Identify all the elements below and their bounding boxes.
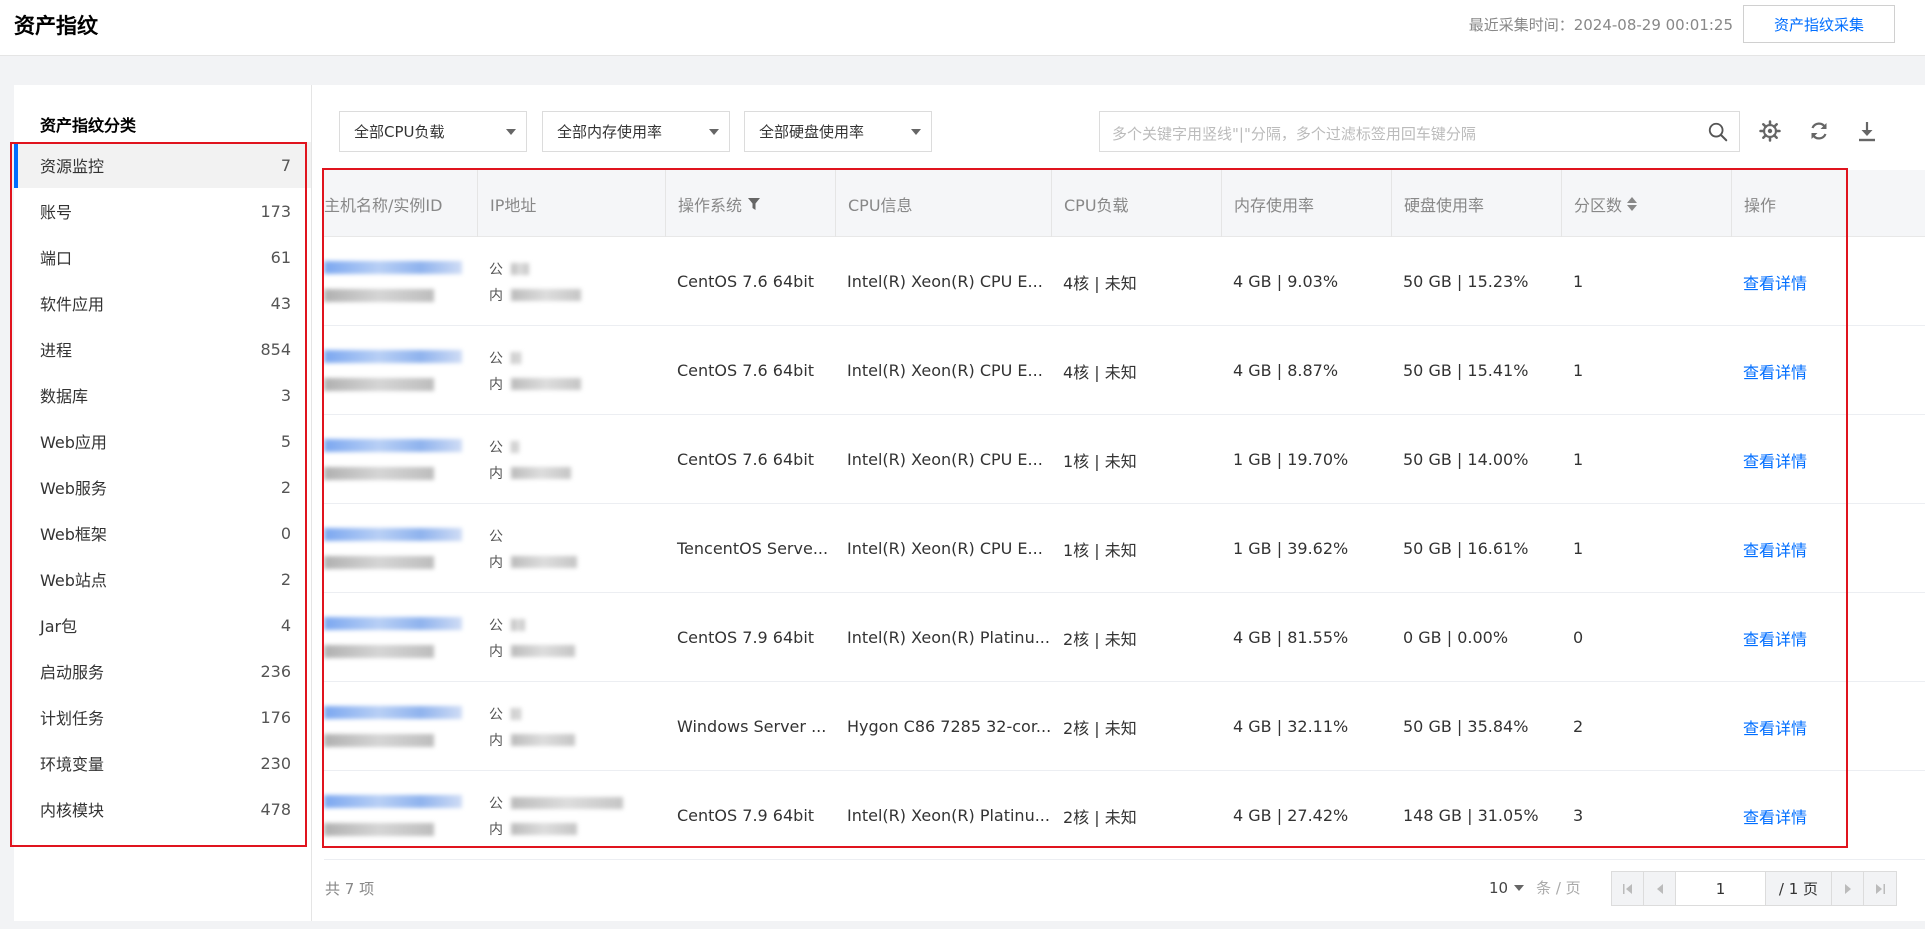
highlight-box-sidebar	[10, 142, 307, 847]
collect-fingerprint-button[interactable]: 资产指纹采集	[1743, 5, 1895, 43]
memory-usage-filter[interactable]: 全部内存使用率	[542, 111, 730, 152]
chevron-down-icon	[506, 129, 516, 135]
chevron-down-icon	[1514, 884, 1525, 891]
next-page-icon	[1844, 883, 1851, 894]
page-size-unit: 条 / 页	[1536, 879, 1581, 897]
search-placeholder: 多个关键字用竖线"|"分隔，多个过滤标签用回车键分隔	[1112, 125, 1476, 143]
page-title: 资产指纹	[14, 14, 98, 38]
total-count: 共 7 项	[325, 880, 375, 898]
last-collect-time: 最近采集时间：2024-08-29 00:01:25	[1468, 16, 1733, 34]
last-page-button[interactable]	[1864, 872, 1896, 905]
total-pages: / 1 页	[1766, 872, 1832, 905]
highlight-box-table	[322, 168, 1848, 848]
download-icon[interactable]	[1855, 119, 1879, 143]
disk-usage-filter-label: 全部硬盘使用率	[759, 123, 865, 141]
page-size-select[interactable]: 10 条 / 页	[1489, 877, 1581, 898]
first-page-icon	[1622, 883, 1632, 894]
next-page-button[interactable]	[1832, 872, 1864, 905]
refresh-icon[interactable]	[1807, 119, 1831, 143]
first-page-button[interactable]	[1612, 872, 1644, 905]
last-page-icon	[1876, 883, 1885, 894]
top-header: 资产指纹 最近采集时间：2024-08-29 00:01:25 资产指纹采集	[0, 0, 1925, 56]
chevron-down-icon	[911, 129, 921, 135]
pagination: 1 / 1 页	[1611, 871, 1897, 906]
cpu-load-filter-label: 全部CPU负载	[354, 123, 445, 141]
page-number-input[interactable]: 1	[1676, 872, 1766, 905]
memory-usage-filter-label: 全部内存使用率	[557, 123, 663, 141]
cpu-load-filter[interactable]: 全部CPU负载	[339, 111, 527, 152]
prev-page-button[interactable]	[1644, 872, 1676, 905]
gear-icon[interactable]	[1758, 119, 1782, 143]
search-icon[interactable]	[1707, 121, 1729, 143]
sidebar-title: 资产指纹分类	[40, 116, 137, 135]
search-input[interactable]: 多个关键字用竖线"|"分隔，多个过滤标签用回车键分隔	[1099, 111, 1740, 152]
chevron-down-icon	[709, 129, 719, 135]
prev-page-icon	[1656, 883, 1663, 894]
disk-usage-filter[interactable]: 全部硬盘使用率	[744, 111, 932, 152]
page-size-value: 10	[1489, 878, 1509, 897]
